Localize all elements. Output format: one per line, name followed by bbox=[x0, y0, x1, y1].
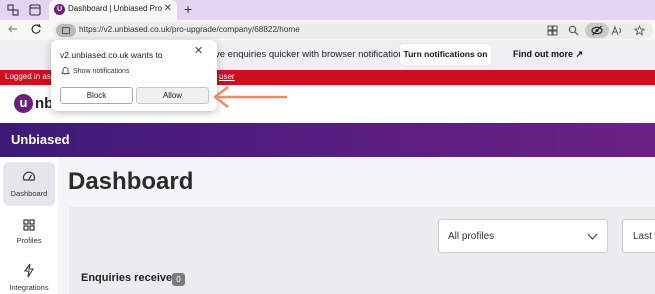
permission-text: Show notifications bbox=[73, 68, 130, 75]
notification-permission-popup: v2.unbiased.co.uk wants to ✕ Show notifi… bbox=[51, 40, 217, 111]
sidebar: Dashboard Profiles Integrations bbox=[0, 157, 58, 294]
tab-title: Dashboard | Unbiased Pro bbox=[68, 4, 163, 13]
address-bar[interactable]: https://v2.unbiased.co.uk/pro-upgrade/co… bbox=[53, 22, 653, 39]
sidebar-item-dashboard[interactable]: Dashboard bbox=[3, 162, 55, 206]
logged-in-text: Logged in as u bbox=[5, 72, 58, 81]
lock-icon[interactable] bbox=[56, 24, 76, 37]
turn-notifications-on-button[interactable]: Turn notifications on bbox=[400, 44, 491, 65]
sidebar-item-label: Dashboard bbox=[10, 189, 48, 198]
unbiased-logo-icon[interactable]: u bbox=[14, 94, 33, 113]
brand-bar: Unbiased bbox=[0, 123, 655, 157]
profile-select[interactable]: All profiles bbox=[438, 219, 608, 253]
browser-toolbar: https://v2.unbiased.co.uk/pro-upgrade/co… bbox=[0, 20, 655, 40]
sidebar-item-label: Integrations bbox=[9, 283, 49, 292]
url-text: https://v2.unbiased.co.uk/pro-upgrade/co… bbox=[79, 25, 300, 34]
tab-active[interactable]: U Dashboard | Unbiased Pro ✕ bbox=[49, 0, 177, 20]
profile-select-value: All profiles bbox=[448, 231, 495, 242]
sidebar-item-label: Profiles bbox=[16, 236, 42, 245]
new-tab-button[interactable]: + bbox=[184, 1, 192, 17]
sidebar-item-profiles[interactable]: Profiles bbox=[3, 212, 55, 256]
close-icon[interactable]: ✕ bbox=[194, 45, 203, 57]
notification-banner-text: ve enquiries quicker with browser notifi… bbox=[215, 49, 411, 60]
lightning-icon bbox=[23, 263, 34, 278]
user-link[interactable]: user bbox=[219, 72, 235, 81]
back-icon[interactable] bbox=[7, 23, 19, 35]
bell-icon bbox=[61, 67, 70, 75]
annotation-arrow-icon bbox=[213, 86, 287, 108]
refresh-icon[interactable] bbox=[30, 23, 42, 35]
brand-name: Unbiased bbox=[11, 132, 70, 147]
workspaces-icon[interactable] bbox=[6, 3, 20, 17]
find-out-more-link[interactable]: Find out more ↗ bbox=[513, 49, 583, 60]
apps-icon[interactable] bbox=[547, 25, 558, 36]
tab-strip: U Dashboard | Unbiased Pro ✕ + bbox=[0, 0, 655, 20]
popup-title: v2.unbiased.co.uk wants to bbox=[60, 50, 163, 60]
chevron-down-icon bbox=[587, 233, 598, 240]
tab-actions-icon[interactable] bbox=[28, 3, 42, 17]
enquiries-received-label: Enquiries received bbox=[81, 272, 179, 284]
close-icon[interactable]: ✕ bbox=[164, 3, 172, 15]
period-select[interactable]: Last w bbox=[622, 219, 655, 253]
gauge-icon bbox=[22, 171, 36, 181]
enquiries-count-badge: 0 bbox=[172, 273, 185, 286]
tracking-prevention-icon[interactable] bbox=[585, 23, 609, 38]
block-button[interactable]: Block bbox=[60, 87, 133, 104]
favorites-icon[interactable] bbox=[634, 25, 645, 36]
grid-icon bbox=[23, 219, 35, 231]
read-aloud-icon[interactable] bbox=[611, 25, 623, 36]
period-select-value: Last w bbox=[633, 231, 655, 242]
allow-button[interactable]: Allow bbox=[136, 87, 209, 104]
zoom-icon[interactable] bbox=[568, 25, 579, 36]
page-title: Dashboard bbox=[68, 168, 194, 195]
sidebar-item-integrations[interactable]: Integrations bbox=[3, 257, 55, 294]
unbiased-favicon-icon: U bbox=[54, 4, 65, 15]
